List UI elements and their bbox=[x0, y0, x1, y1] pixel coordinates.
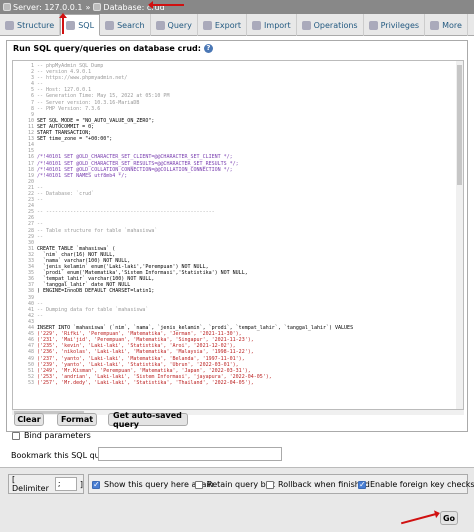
tab-label: Search bbox=[117, 20, 145, 30]
privileges-icon bbox=[368, 20, 378, 30]
tab-label: Export bbox=[214, 20, 242, 30]
panel-title: Run SQL query/queries on database crud: … bbox=[10, 42, 216, 55]
tab-export[interactable]: Export bbox=[198, 14, 248, 36]
line-numbers: 1 2 3 4 5 6 7 8 9 10 11 12 13 14 15 16 17 18 19 20 21 22 23 24 2… bbox=[13, 63, 35, 386]
tab-privileges[interactable]: Privileges bbox=[364, 14, 426, 36]
panel-title-text: Run SQL query/queries on database crud: bbox=[13, 44, 201, 53]
import-icon bbox=[252, 20, 262, 30]
tab-more[interactable]: More bbox=[425, 14, 468, 36]
rollback-label: Rollback when finished bbox=[278, 480, 370, 489]
rollback-option[interactable]: Rollback when finished bbox=[266, 480, 370, 489]
get-auto-saved-query-button[interactable]: Get auto-saved query bbox=[108, 411, 188, 429]
search-icon bbox=[105, 20, 115, 30]
export-icon bbox=[202, 20, 212, 30]
bookmark-input[interactable] bbox=[98, 447, 282, 461]
tab-structure[interactable]: Structure bbox=[0, 14, 61, 36]
structure-icon bbox=[5, 20, 14, 30]
annotation-arrow bbox=[148, 1, 184, 9]
server-icon bbox=[3, 3, 11, 11]
tab-label: SQL bbox=[78, 20, 95, 30]
database-icon bbox=[93, 3, 102, 11]
foreign-key-option[interactable]: Enable foreign key checks bbox=[358, 480, 474, 489]
annotation-arrow bbox=[59, 13, 67, 34]
operations-icon bbox=[301, 20, 311, 30]
breadcrumb: Server: 127.0.0.1 » Database: crud bbox=[0, 0, 474, 14]
go-button[interactable]: Go bbox=[440, 511, 458, 525]
vertical-scrollbar[interactable] bbox=[456, 61, 463, 409]
tab-label: Operations bbox=[313, 20, 358, 30]
breadcrumb-separator: » bbox=[85, 2, 91, 12]
delimiter-box: [ Delimiter ; ] bbox=[8, 474, 84, 494]
help-icon[interactable]: ? bbox=[203, 44, 213, 53]
tab-operations[interactable]: Operations bbox=[297, 14, 364, 36]
tab-label: Privileges bbox=[380, 20, 420, 30]
rollback-checkbox[interactable] bbox=[266, 480, 274, 489]
breadcrumb-server[interactable]: Server: 127.0.0.1 bbox=[13, 3, 83, 12]
format-button[interactable]: Format bbox=[57, 413, 97, 426]
code-line: ('257', 'Mr.dedy', 'Laki-laki', 'Statist… bbox=[37, 379, 254, 386]
bind-parameters-label: Bind parameters bbox=[24, 431, 91, 440]
chevron-down-icon bbox=[430, 20, 440, 30]
tab-import[interactable]: Import bbox=[247, 14, 297, 36]
retain-query-box-label: Retain query box bbox=[207, 480, 276, 489]
line-number: 53 bbox=[27, 379, 34, 386]
show-query-checkbox[interactable] bbox=[92, 480, 100, 489]
delimiter-input[interactable]: ; bbox=[54, 477, 77, 491]
tab-search[interactable]: Search bbox=[100, 14, 151, 36]
bind-parameters-checkbox[interactable] bbox=[12, 431, 20, 440]
delimiter-label: [ Delimiter bbox=[12, 475, 49, 493]
tab-bar: Structure SQL Search Query Export Import… bbox=[0, 14, 474, 36]
sql-icon bbox=[66, 20, 76, 30]
sql-editor[interactable]: 1 2 3 4 5 6 7 8 9 10 11 12 13 14 15 16 17 18 19 20 21 22 23 24 2… bbox=[12, 60, 464, 410]
retain-query-box-option[interactable]: Retain query box bbox=[195, 480, 275, 489]
foreign-key-checkbox[interactable] bbox=[358, 480, 366, 489]
tab-label: More bbox=[442, 20, 462, 30]
delimiter-close: ] bbox=[79, 479, 83, 489]
foreign-key-label: Enable foreign key checks bbox=[370, 480, 474, 489]
query-icon bbox=[155, 20, 165, 30]
bind-parameters-option[interactable]: Bind parameters bbox=[12, 431, 91, 440]
scrollbar-thumb[interactable] bbox=[457, 65, 462, 185]
tab-query[interactable]: Query bbox=[151, 14, 198, 36]
clear-button[interactable]: Clear bbox=[14, 413, 44, 426]
tab-label: Import bbox=[264, 20, 291, 30]
retain-query-box-checkbox[interactable] bbox=[195, 480, 203, 489]
tab-label: Query bbox=[167, 20, 192, 30]
tab-label: Structure bbox=[17, 20, 55, 30]
code-area[interactable]: -- phpMyAdmin SQL Dump -- version 4.9.0.1… bbox=[37, 63, 455, 386]
